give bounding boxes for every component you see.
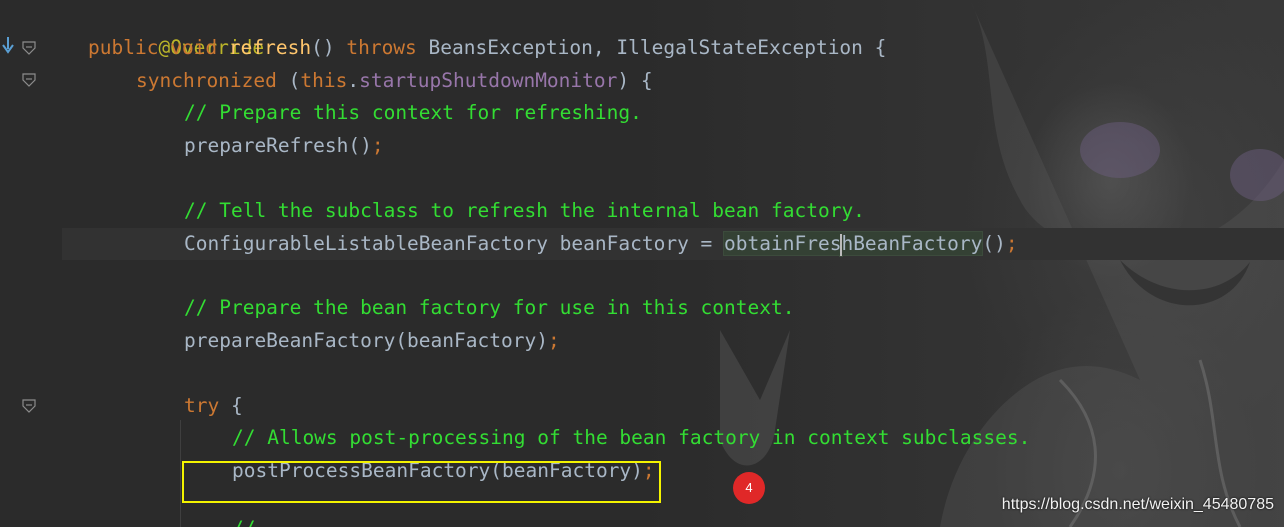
declaration-token: ConfigurableListableBeanFactory beanFact…	[184, 232, 725, 255]
punctuation-token: ()	[982, 232, 1006, 255]
keyword-token: try	[184, 394, 220, 417]
punctuation-token: .	[347, 69, 360, 92]
fold-icon[interactable]	[22, 73, 36, 87]
punctuation-token: (	[276, 69, 301, 92]
method-name-token: refresh	[228, 36, 312, 59]
keyword-token: void	[170, 36, 218, 59]
code-line[interactable]: prepareRefresh();	[184, 130, 384, 162]
override-method-icon[interactable]	[2, 37, 14, 55]
code-line[interactable]: // Tell the subclass to refresh the inte…	[184, 195, 865, 227]
fold-icon[interactable]	[22, 399, 36, 413]
keyword-token: synchronized	[136, 69, 277, 92]
keyword-token: throws	[346, 36, 417, 59]
comment-token: // Prepare this context for refreshing.	[184, 101, 642, 124]
keyword-token: this	[300, 69, 348, 92]
field-token: startupShutdownMonitor	[359, 69, 618, 92]
type-list-token: BeansException, IllegalStateException {	[416, 36, 887, 59]
code-line[interactable]: @Override	[88, 0, 264, 59]
method-call-token: prepareBeanFactory(beanFactory)	[184, 329, 548, 352]
watermark-text: https://blog.csdn.net/weixin_45480785	[1001, 496, 1274, 513]
comment-token: // Prepare the bean factory for use in t…	[184, 296, 795, 319]
code-line[interactable]: synchronized (this.startupShutdownMonito…	[136, 65, 653, 97]
code-line[interactable]: // Allows post-processing of the bean fa…	[232, 422, 1030, 454]
comment-token: //	[232, 517, 255, 527]
comment-token: // Tell the subclass to refresh the inte…	[184, 199, 865, 222]
method-call-token: obtainFreshBeanFactory	[723, 231, 984, 256]
code-editor[interactable]: @Override public void refresh() throws B…	[0, 0, 1284, 527]
code-line[interactable]: // Prepare this context for refreshing.	[184, 97, 642, 129]
semicolon-token: ;	[371, 134, 384, 157]
punctuation-token: {	[219, 394, 243, 417]
comment-token: // Allows post-processing of the bean fa…	[232, 426, 1031, 449]
punctuation-token: ()	[311, 36, 347, 59]
method-call-token: prepareRefresh()	[184, 134, 372, 157]
code-line[interactable]: // Prepare the bean factory for use in t…	[184, 292, 794, 324]
highlight-box	[182, 461, 661, 503]
code-line[interactable]: //	[232, 513, 255, 527]
step-number-badge: 4	[733, 472, 765, 504]
keyword-token: public	[88, 36, 159, 59]
code-line[interactable]: try {	[184, 390, 243, 422]
indent-guide	[180, 420, 181, 527]
semicolon-token: ;	[547, 329, 560, 352]
code-line[interactable]: ConfigurableListableBeanFactory beanFact…	[184, 228, 1018, 260]
semicolon-token: ;	[1005, 232, 1018, 255]
code-line[interactable]: prepareBeanFactory(beanFactory);	[184, 325, 560, 357]
editor-gutter	[0, 0, 60, 527]
code-line[interactable]: public void refresh() throws BeansExcept…	[88, 32, 886, 64]
punctuation-token: ) {	[617, 69, 653, 92]
fold-icon[interactable]	[22, 41, 36, 55]
